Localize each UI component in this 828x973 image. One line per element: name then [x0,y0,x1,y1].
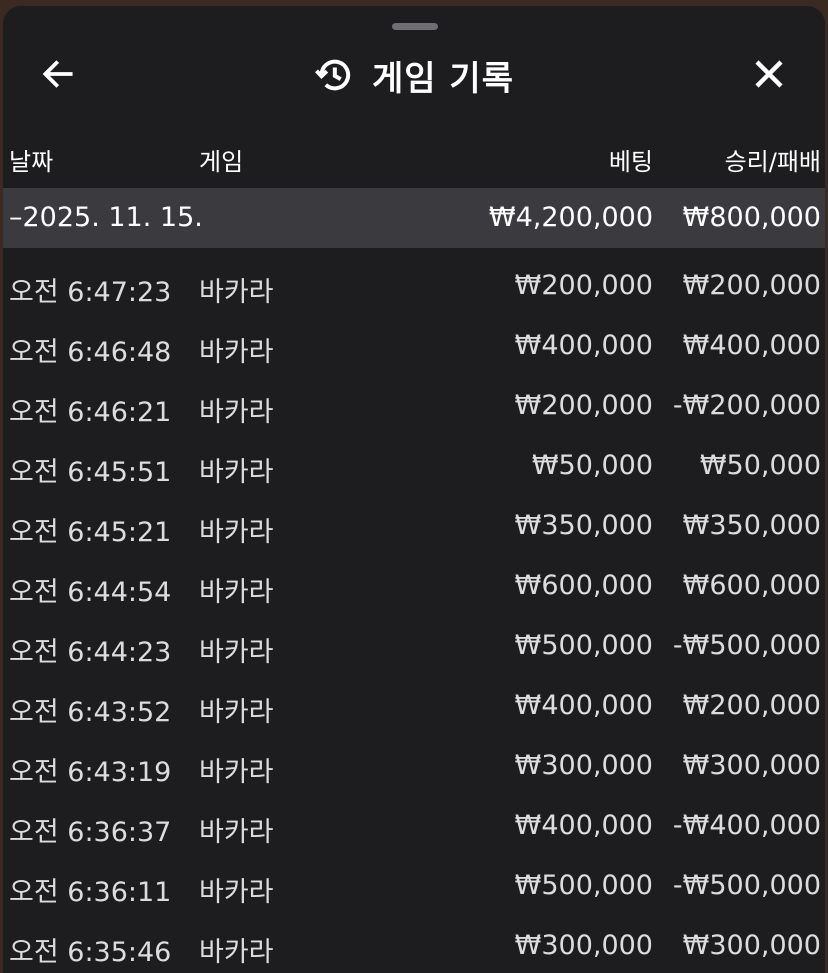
row-result: -₩500,000 [672,630,821,661]
column-header-bet[interactable]: 베팅 [609,142,653,177]
row-result: ₩350,000 [682,510,821,541]
drag-handle[interactable] [392,23,438,30]
row-time: 오전 6:44:23 [9,637,172,668]
close-icon [755,60,783,88]
column-header-result[interactable]: 승리/패배 [725,142,821,177]
column-header-game[interactable]: 게임 [199,142,243,177]
header-title-group: 게임 기록 [3,52,825,99]
row-game: 바카라 [199,637,274,668]
row-game: 바카라 [199,697,274,728]
row-time: 오전 6:35:46 [9,937,172,968]
group-date: –2025. 11. 15. [9,202,203,233]
row-game: 바카라 [199,337,274,368]
close-button[interactable] [745,50,793,98]
table-row[interactable]: 오전 6:35:46 바카라 ₩300,000 ₩300,000 [3,914,825,973]
history-icon [315,59,351,91]
row-time: 오전 6:44:54 [9,577,172,608]
row-bet: ₩200,000 [514,390,653,421]
row-time: 오전 6:45:21 [9,517,172,548]
row-game: 바카라 [199,817,274,848]
table-row[interactable]: 오전 6:36:11 바카라 ₩500,000 -₩500,000 [3,854,825,914]
row-result: -₩200,000 [672,390,821,421]
row-time: 오전 6:43:19 [9,757,172,788]
row-result: ₩400,000 [682,330,821,361]
table-row[interactable]: 오전 6:44:54 바카라 ₩600,000 ₩600,000 [3,554,825,614]
column-header-date[interactable]: 날짜 [9,142,53,177]
table-row[interactable]: 오전 6:44:23 바카라 ₩500,000 -₩500,000 [3,614,825,674]
row-bet: ₩300,000 [514,750,653,781]
row-bet: ₩300,000 [514,930,653,961]
row-time: 오전 6:36:11 [9,877,172,908]
row-time: 오전 6:47:23 [9,277,172,308]
row-result: -₩400,000 [672,810,821,841]
row-time: 오전 6:43:52 [9,697,172,728]
row-time: 오전 6:36:37 [9,817,172,848]
group-result-total: ₩800,000 [682,202,821,233]
row-game: 바카라 [199,577,274,608]
row-bet: ₩500,000 [514,630,653,661]
table-row[interactable]: 오전 6:47:23 바카라 ₩200,000 ₩200,000 [3,254,825,314]
row-bet: ₩600,000 [514,570,653,601]
table-row[interactable]: 오전 6:43:52 바카라 ₩400,000 ₩200,000 [3,674,825,734]
page-title: 게임 기록 [372,58,514,99]
row-result: -₩500,000 [672,870,821,901]
table-row[interactable]: 오전 6:45:51 바카라 ₩50,000 ₩50,000 [3,434,825,494]
row-game: 바카라 [199,517,274,548]
row-game: 바카라 [199,457,274,488]
row-game: 바카라 [199,937,274,968]
row-result: ₩200,000 [682,270,821,301]
history-list: 오전 6:47:23 바카라 ₩200,000 ₩200,000 오전 6:46… [3,254,825,973]
row-result: ₩300,000 [682,750,821,781]
table-header: 날짜 게임 베팅 승리/패배 [3,142,825,186]
table-row[interactable]: 오전 6:43:19 바카라 ₩300,000 ₩300,000 [3,734,825,794]
row-bet: ₩350,000 [514,510,653,541]
row-bet: ₩400,000 [514,810,653,841]
row-bet: ₩50,000 [531,450,653,481]
row-result: ₩600,000 [682,570,821,601]
row-game: 바카라 [199,877,274,908]
row-time: 오전 6:46:21 [9,397,172,428]
row-time: 오전 6:46:48 [9,337,172,368]
table-row[interactable]: 오전 6:36:37 바카라 ₩400,000 -₩400,000 [3,794,825,854]
row-time: 오전 6:45:51 [9,457,172,488]
row-result: ₩300,000 [682,930,821,961]
date-group-row[interactable]: –2025. 11. 15. ₩4,200,000 ₩800,000 [3,188,825,248]
table-row[interactable]: 오전 6:45:21 바카라 ₩350,000 ₩350,000 [3,494,825,554]
group-bet-total: ₩4,200,000 [488,202,653,233]
table-row[interactable]: 오전 6:46:48 바카라 ₩400,000 ₩400,000 [3,314,825,374]
row-game: 바카라 [199,277,274,308]
row-bet: ₩400,000 [514,690,653,721]
row-result: ₩50,000 [699,450,821,481]
game-history-sheet: 게임 기록 날짜 게임 베팅 승리/패배 –2025. 11. 15. ₩4,2… [3,6,825,973]
row-bet: ₩400,000 [514,330,653,361]
row-game: 바카라 [199,757,274,788]
row-game: 바카라 [199,397,274,428]
row-bet: ₩500,000 [514,870,653,901]
row-result: ₩200,000 [682,690,821,721]
table-row[interactable]: 오전 6:46:21 바카라 ₩200,000 -₩200,000 [3,374,825,434]
row-bet: ₩200,000 [514,270,653,301]
